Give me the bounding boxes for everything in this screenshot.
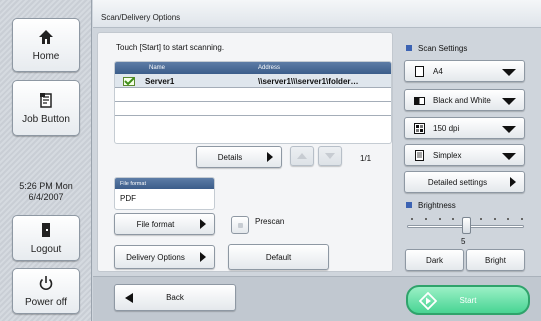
sides-value: Simplex <box>433 151 462 160</box>
power-off-label: Power off <box>24 296 68 308</box>
chevron-down-icon <box>502 153 516 160</box>
slider-tick <box>507 218 510 220</box>
slider-tick <box>479 218 482 220</box>
detailed-settings-button[interactable]: Detailed settings <box>404 171 525 193</box>
instruction-text: Touch [Start] to start scanning. <box>116 43 225 52</box>
clock-time: 5:26 PM Mon <box>19 181 73 191</box>
page-icon <box>415 66 424 77</box>
arrow-right-icon <box>200 219 206 229</box>
brightness-value: 5 <box>461 237 466 246</box>
brightness-label: Brightness <box>418 201 456 210</box>
page-indicator: 1/1 <box>360 154 372 163</box>
chevron-down-icon <box>502 126 516 133</box>
job-button-label: Job Button <box>22 113 70 125</box>
home-icon <box>39 29 53 44</box>
sides-dropdown[interactable]: Simplex <box>404 144 525 166</box>
job-icon <box>40 92 52 108</box>
bright-label: Bright <box>485 255 506 265</box>
scroll-down-button[interactable] <box>318 146 342 166</box>
brightness-slider-thumb[interactable] <box>462 217 471 234</box>
row-name: Server1 <box>145 77 175 86</box>
default-label: Default <box>265 252 292 262</box>
scan-settings-label: Scan Settings <box>418 44 468 53</box>
scan-delivery-screen: Home Job Button 5:26 PM Mon 6/4/2007 Log… <box>0 0 541 321</box>
clock-date: 6/4/2007 <box>28 192 64 202</box>
slider-tick <box>424 218 427 220</box>
file-format-button[interactable]: File format <box>114 213 215 235</box>
logout-icon <box>42 222 50 237</box>
slider-tick <box>452 218 455 220</box>
resolution-dropdown[interactable]: 150 dpi <box>404 117 525 139</box>
list-row[interactable] <box>115 116 391 130</box>
slider-tick <box>521 218 523 220</box>
logout-button[interactable]: Logout <box>12 215 80 261</box>
color-mode-value: Black and White <box>433 96 491 105</box>
power-off-button[interactable]: Power off <box>12 268 80 314</box>
start-label: Start <box>459 295 477 305</box>
back-label: Back <box>166 293 184 302</box>
scan-settings-title: Scan Settings <box>406 44 467 53</box>
back-arrow-icon <box>125 293 133 303</box>
row-address: \\server1\\\server1\folder… <box>258 77 359 86</box>
slider-tick <box>411 218 413 220</box>
file-format-button-label: File format <box>136 219 175 229</box>
section-marker-icon <box>406 45 412 51</box>
delivery-options-label: Delivery Options <box>126 252 185 262</box>
title-bar: Scan/Delivery Options <box>93 0 541 28</box>
detailed-settings-label: Detailed settings <box>427 177 488 187</box>
home-label: Home <box>32 50 60 62</box>
arrow-up-icon <box>297 153 307 159</box>
file-format-header: File format <box>115 178 214 189</box>
list-row[interactable] <box>115 102 391 116</box>
details-label: Details <box>217 152 243 162</box>
column-address: Address <box>258 65 281 71</box>
paper-size-value: A4 <box>433 67 443 76</box>
job-button[interactable]: Job Button <box>12 80 80 136</box>
prescan-label: Prescan <box>255 217 285 226</box>
list-row[interactable] <box>115 88 391 102</box>
details-button[interactable]: Details <box>196 146 282 168</box>
simplex-icon <box>415 150 424 161</box>
color-mode-icon <box>414 97 425 105</box>
left-rail: Home Job Button 5:26 PM Mon 6/4/2007 Log… <box>0 0 92 321</box>
list-header: Name Address <box>115 62 391 74</box>
home-button[interactable]: Home <box>12 18 80 72</box>
checkmark-icon <box>123 77 135 86</box>
color-mode-dropdown[interactable]: Black and White <box>404 89 525 111</box>
back-button[interactable]: Back <box>114 284 236 311</box>
clock: 5:26 PM Mon 6/4/2007 <box>0 181 92 203</box>
chevron-down-icon <box>502 98 516 105</box>
slider-tick <box>438 218 441 220</box>
section-marker-icon <box>406 202 412 208</box>
dark-label: Dark <box>426 255 443 265</box>
file-format-display: File format PDF <box>114 177 215 210</box>
scroll-up-button[interactable] <box>290 146 314 166</box>
arrow-right-icon <box>200 252 206 262</box>
chevron-down-icon <box>502 69 516 76</box>
brightness-title: Brightness <box>406 201 456 210</box>
column-name: Name <box>149 65 166 71</box>
bright-button[interactable]: Bright <box>466 249 525 271</box>
file-format-value: PDF <box>120 194 136 203</box>
start-icon <box>419 292 437 310</box>
paper-size-dropdown[interactable]: A4 <box>404 60 525 82</box>
arrow-down-icon <box>325 153 335 159</box>
dark-button[interactable]: Dark <box>405 249 464 271</box>
power-icon <box>39 275 53 290</box>
logout-label: Logout <box>30 243 62 255</box>
default-button[interactable]: Default <box>228 244 329 270</box>
destination-list[interactable]: Name Address Server1 \\server1\\\server1… <box>114 61 392 144</box>
list-row[interactable]: Server1 \\server1\\\server1\folder… <box>115 74 391 88</box>
slider-tick <box>493 218 496 220</box>
resolution-icon <box>414 123 425 134</box>
resolution-value: 150 dpi <box>433 124 460 133</box>
start-button[interactable]: Start <box>406 285 530 315</box>
delivery-options-button[interactable]: Delivery Options <box>114 245 215 269</box>
prescan-checkbox[interactable] <box>231 216 249 234</box>
arrow-right-icon <box>510 177 516 187</box>
page-title: Scan/Delivery Options <box>101 13 181 22</box>
arrow-right-icon <box>267 152 273 162</box>
